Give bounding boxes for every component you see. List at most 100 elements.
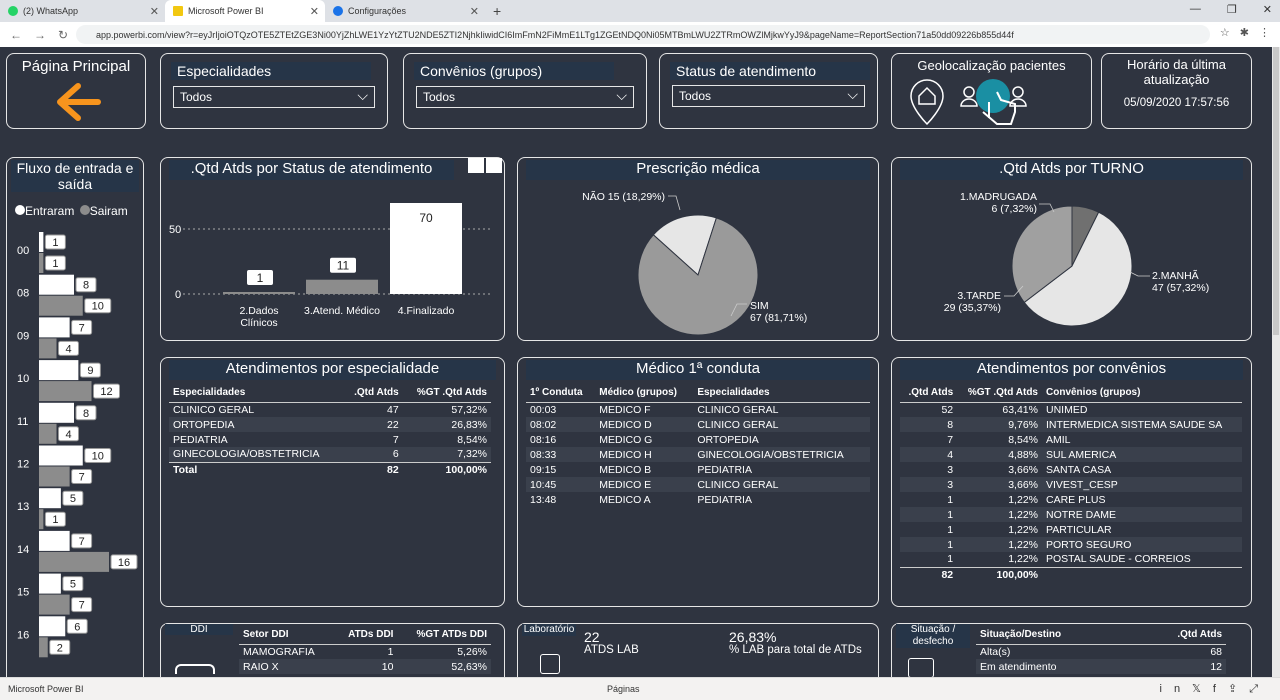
table-row[interactable]: 00:03 MEDICO F CLINICO GERAL (526, 402, 870, 417)
legend-out-marker (79, 205, 90, 215)
table-row[interactable]: 52 63,41% UNIMED (900, 402, 1242, 417)
column-header[interactable]: ATDs DDI (333, 626, 398, 645)
column-header[interactable]: %GT .Qtd Atds (402, 384, 491, 403)
chart-title: .Qtd Atds por Status de atendimento (169, 160, 454, 180)
bar (223, 292, 295, 294)
table-cell: 1 (947, 523, 954, 536)
close-window-icon[interactable]: ✕ (1263, 3, 1272, 16)
close-icon[interactable]: ✕ (470, 5, 479, 18)
table-row[interactable]: 8 9,76% INTERMEDICA SISTEMA SAUDE SA (900, 417, 1242, 432)
restore-icon[interactable]: ❐ (1227, 3, 1237, 16)
table-cell: 7 (392, 433, 399, 446)
flow-card: Fluxo de entrada e saída Entraram Sairam… (6, 157, 144, 677)
table-row[interactable]: Alta(s) 68 (976, 644, 1226, 659)
share-icons[interactable]: in𝕏f⇪⤢ (1160, 682, 1271, 696)
convenios-dropdown[interactable]: Todos ⌵ (416, 86, 634, 108)
table-row[interactable]: RAIO X 10 52,63% (239, 659, 491, 674)
column-header[interactable]: %GT ATDs DDI (397, 626, 491, 645)
table-cell: ORTOPEDIA (169, 417, 344, 432)
bar-in (39, 317, 70, 338)
focus-mode-icon[interactable] (468, 158, 484, 173)
ddi-title: DDI (165, 624, 233, 635)
column-header[interactable]: .Qtd Atds (900, 384, 958, 403)
column-header[interactable]: Convênios (grupos) (1042, 384, 1242, 403)
table-row[interactable]: 09:15 MEDICO B PEDIATRIA (526, 462, 870, 477)
table-cell: MAMOGRAFIA (243, 645, 315, 658)
tab-label: Configurações (348, 6, 407, 16)
table-row[interactable]: 7 8,54% AMIL (900, 432, 1242, 447)
home-label: Página Principal (21, 58, 131, 75)
column-header[interactable]: Médico (grupos) (595, 384, 694, 403)
back-icon[interactable]: ← (10, 28, 24, 42)
column-header[interactable]: %GT .Qtd Atds (957, 384, 1042, 403)
table-row[interactable]: 1 1,22% POSTAL SAUDE - CORREIOS (900, 552, 1242, 567)
especialidades-dropdown[interactable]: Todos ⌵ (173, 86, 375, 108)
table-cell: 4 (900, 447, 958, 462)
close-icon[interactable]: ✕ (150, 5, 159, 18)
tab-powerbi[interactable]: Microsoft Power BI ✕ (165, 0, 325, 22)
pages-button[interactable]: Páginas (607, 684, 640, 694)
table-cell: 100,00% (957, 566, 1042, 582)
table-header-row: .Qtd Atds %GT .Qtd Atds Convênios (grupos) (900, 384, 1242, 403)
more-options-icon[interactable] (486, 158, 502, 173)
table-row[interactable]: ORTOPEDIA 22 26,83% (169, 417, 491, 432)
star-icon[interactable]: ☆ (1220, 26, 1230, 39)
table-row[interactable]: PEDIATRIA 7 8,54% (169, 432, 491, 447)
bar-in (39, 445, 83, 466)
table-header-row: Situação/Destino .Qtd Atds (976, 626, 1226, 645)
table-row[interactable]: 08:02 MEDICO D CLINICO GERAL (526, 417, 870, 432)
column-header[interactable]: 1º Conduta (526, 384, 596, 403)
table-row[interactable]: 08:33 MEDICO H GINECOLOGIA/OBSTETRICIA (526, 447, 870, 462)
column-header[interactable]: Especialidades (693, 384, 870, 403)
column-header[interactable]: .Qtd Atds (1133, 626, 1226, 645)
table-row[interactable]: 10:45 MEDICO E CLINICO GERAL (526, 477, 870, 492)
url-input[interactable]: app.powerbi.com/view?r=eyJrIjoiOTQzOTE5Z… (76, 25, 1210, 44)
menu-icon[interactable]: ⋮ (1259, 26, 1270, 39)
column-header[interactable]: Setor DDI (239, 626, 334, 645)
new-tab-button[interactable]: + (493, 3, 501, 19)
prescricao-card: Prescrição médica NÃO 15 (18,29%) SIM 67 (… (517, 157, 879, 341)
table-row[interactable]: Em atendimento 12 (976, 659, 1226, 674)
tab-whatsapp[interactable]: (2) WhatsApp ✕ (0, 0, 165, 22)
table-row[interactable]: CLINICO GERAL 47 57,32% (169, 402, 491, 417)
forward-icon[interactable]: → (34, 28, 48, 42)
tab-settings[interactable]: Configurações ✕ (325, 0, 485, 22)
status-dropdown[interactable]: Todos ⌵ (672, 85, 865, 107)
back-arrow-icon[interactable] (52, 82, 102, 122)
reload-icon[interactable]: ↻ (58, 28, 72, 42)
table-row[interactable]: 13:48 MEDICO A PEDIATRIA (526, 492, 870, 507)
table-row[interactable]: 08:16 MEDICO G ORTOPEDIA (526, 432, 870, 447)
table-cell: MEDICO E (595, 477, 694, 492)
geo-card[interactable]: Geolocalização pacientes (891, 53, 1092, 129)
table-row[interactable]: GINECOLOGIA/OBSTETRICIA 6 7,32% (169, 447, 491, 462)
column-header[interactable]: Situação/Destino (976, 626, 1134, 645)
close-icon[interactable]: ✕ (310, 5, 319, 18)
data-label: 1 (52, 514, 58, 526)
status-chart-card: .Qtd Atds por Status de atendimento 50 0 1… (160, 157, 505, 341)
table-row[interactable]: 1 1,22% PARTICULAR (900, 522, 1242, 537)
puzzle-icon[interactable]: ✱ (1240, 26, 1249, 39)
scrollbar-thumb[interactable] (1273, 47, 1279, 335)
table-row[interactable]: 4 4,88% SUL AMERICA (900, 447, 1242, 462)
table-row[interactable]: MAMOGRAFIA 1 5,26% (239, 644, 491, 659)
home-nav-card[interactable]: Página Principal (6, 53, 146, 129)
ddi-icon (175, 664, 215, 674)
data-label: 10 (92, 301, 104, 313)
table-cell: 1 (947, 553, 954, 566)
minimize-icon[interactable]: — (1190, 3, 1201, 16)
slicer-title: Especialidades (171, 62, 371, 80)
table-row[interactable]: 3 3,66% SANTA CASA (900, 462, 1242, 477)
slice-label: SIM 67 (81,71%) (750, 300, 807, 324)
table-row[interactable]: 1 1,22% PORTO SEGURO (900, 537, 1242, 552)
hour-label: 14 (17, 544, 29, 556)
column-header[interactable]: Especialidades (169, 384, 344, 403)
data-label: 6 (74, 621, 80, 633)
data-label: 8 (83, 280, 89, 292)
page-scrollbar[interactable] (1272, 47, 1280, 677)
table-row[interactable]: 1 1,22% CARE PLUS (900, 492, 1242, 507)
table-row[interactable]: 1 1,22% NOTRE DAME (900, 507, 1242, 522)
bar-in (39, 616, 66, 637)
table-row[interactable]: 3 3,66% VIVEST_CESP (900, 477, 1242, 492)
chart-title: Prescrição médica (526, 160, 870, 180)
column-header[interactable]: .Qtd Atds (343, 384, 403, 403)
